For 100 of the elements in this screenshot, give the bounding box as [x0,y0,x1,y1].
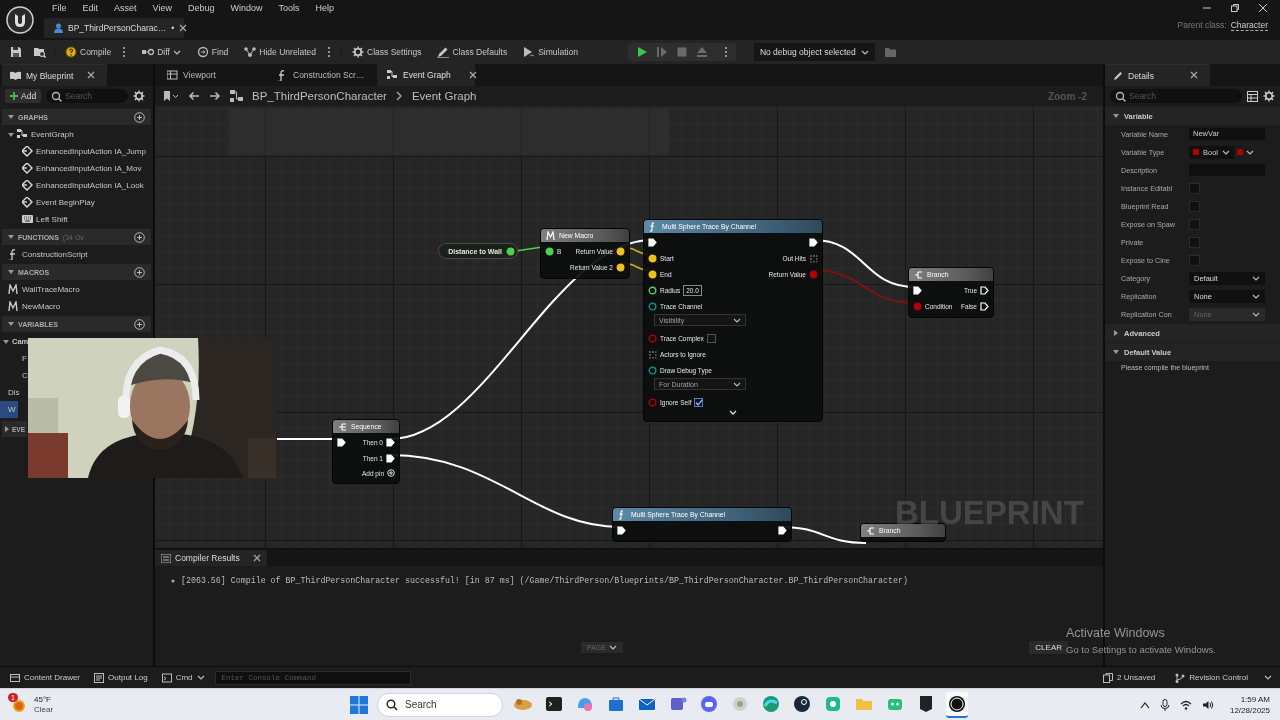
pin-checkbox[interactable] [694,397,704,407]
wifi-icon[interactable] [1179,699,1192,710]
content-drawer-button[interactable]: Content Drawer [6,670,85,685]
tree-item[interactable]: W [0,401,18,418]
array-pin-icon[interactable] [648,349,657,359]
speaker-icon[interactable] [1201,699,1214,710]
exec-pin-icon[interactable] [778,525,787,535]
menu-item[interactable]: Edit [74,1,107,15]
tree-item[interactable]: Left Shift [0,211,70,228]
tree-item[interactable]: NewMacro [0,298,63,315]
back-icon[interactable] [188,91,200,101]
pin-icon[interactable] [616,262,625,272]
tree-item[interactable]: Event BeginPlay [0,194,97,211]
close-icon[interactable] [87,71,95,79]
graph-canvas[interactable] [155,106,1103,548]
document-tab[interactable]: BP_ThirdPersonCharac… • [44,18,184,38]
panel-tab[interactable]: My Blueprint [2,64,107,86]
microphone-icon[interactable] [1159,698,1170,711]
settings-icon[interactable] [133,90,146,102]
taskbar-app-button[interactable] [946,691,968,718]
caret-up-icon[interactable] [1139,700,1150,709]
bookmark-icon[interactable] [163,91,179,101]
pin-icon[interactable] [648,365,657,375]
exec-pin-icon[interactable] [648,237,657,247]
menu-item[interactable]: Window [222,1,271,15]
editor-tab[interactable]: Event Graph [377,64,475,86]
taskbar-search-field[interactable]: Search [377,692,503,717]
add-button[interactable]: Add [5,89,42,103]
add-icon[interactable] [134,318,145,330]
checkbox[interactable] [1189,236,1200,248]
output-log-button[interactable]: Output Log [90,670,152,685]
exec-pin-icon[interactable] [337,437,346,447]
tree-item[interactable]: C [0,367,30,384]
menu-item[interactable]: View [144,1,180,15]
panel-tab[interactable]: Compiler Results [155,550,267,566]
exec-pin-icon[interactable] [386,453,395,463]
breadcrumb-link[interactable]: Event Graph [411,90,477,102]
exec-pin-icon[interactable] [980,285,989,295]
add-icon[interactable] [134,111,145,123]
add-icon[interactable] [134,231,145,243]
restore-icon[interactable] [1230,3,1240,13]
class-defaults-button[interactable]: Class Defaults [431,43,514,61]
editor-tab[interactable]: Viewport [157,64,265,86]
pin-icon[interactable] [648,253,657,263]
settings-icon[interactable] [1263,90,1275,102]
tree-item[interactable]: EventGraph [0,126,76,143]
tree-item[interactable]: F [0,350,29,367]
start-icon[interactable] [350,695,368,714]
expand-caret-icon[interactable] [729,410,737,416]
container-type-dropdown[interactable] [1237,148,1254,156]
close-icon[interactable] [1190,71,1198,79]
tree-item[interactable]: EnhancedInputAction IA_Mov [0,160,144,177]
compile-button[interactable]: Compile [59,43,133,61]
exec-pin-icon[interactable] [913,285,922,295]
pin-icon[interactable] [545,246,554,256]
pin-icon[interactable] [648,285,657,295]
simulation-button[interactable]: Simulation [517,43,584,61]
tree-item[interactable]: EnhancedInputAction IA_Look [0,177,146,194]
menu-item[interactable]: Tools [270,1,308,15]
forward-icon[interactable] [209,91,221,101]
diff-button[interactable]: Diff [136,43,187,61]
exec-pin-icon[interactable] [617,525,626,535]
menu-item[interactable]: File [44,1,75,15]
pin-checkbox[interactable] [706,333,716,343]
pin-icon[interactable] [616,246,625,256]
parent-class-link[interactable]: Character [1230,20,1268,31]
tree-item[interactable]: EnhancedInputAction IA_Jump [0,143,148,160]
exec-pin-icon[interactable] [980,301,989,311]
unsaved-button[interactable]: 2 Unsaved [1099,670,1160,685]
folder-icon[interactable] [884,46,897,58]
debug-object-dropdown[interactable]: No debug object selected [753,43,875,61]
close-icon[interactable] [179,24,188,32]
exec-pin-icon[interactable] [809,237,818,247]
class-settings-button[interactable]: Class Settings [346,43,428,61]
menu-item[interactable]: Debug [179,1,223,15]
close-icon[interactable] [253,554,261,562]
add-icon[interactable] [134,266,145,278]
menu-item[interactable]: Help [307,1,342,15]
checkbox[interactable] [1189,182,1200,194]
find-button[interactable]: Find [190,43,235,61]
tree-item[interactable]: ConstructionScript [0,246,90,263]
tree-item[interactable]: Dis [0,384,22,401]
panel-tab[interactable]: Details [1105,64,1210,86]
hide-unrelated-button[interactable]: Hide Unrelated [238,43,338,61]
play-icon[interactable] [635,46,648,58]
more-options-icon[interactable] [723,46,728,58]
revision-control-button[interactable]: Revision Control [1171,670,1252,685]
checkbox[interactable] [1189,200,1200,212]
pin-icon[interactable] [648,269,657,279]
breadcrumb-link[interactable]: BP_ThirdPersonCharacter [252,90,387,102]
table-view-icon[interactable] [1247,90,1258,102]
array-pin-icon[interactable] [809,253,818,263]
editor-tab[interactable]: Construction Scr… [267,64,375,86]
checkbox[interactable] [1189,218,1200,230]
pin-icon[interactable] [506,246,515,256]
menu-item[interactable]: Asset [106,1,145,15]
clock-button[interactable]: 1:59 AM 12/28/2025 [1229,693,1270,716]
cmd-dropdown[interactable]: Cmd [157,670,209,685]
tree-item[interactable]: WallTraceMacro [0,281,82,298]
checkbox[interactable] [1189,254,1200,266]
